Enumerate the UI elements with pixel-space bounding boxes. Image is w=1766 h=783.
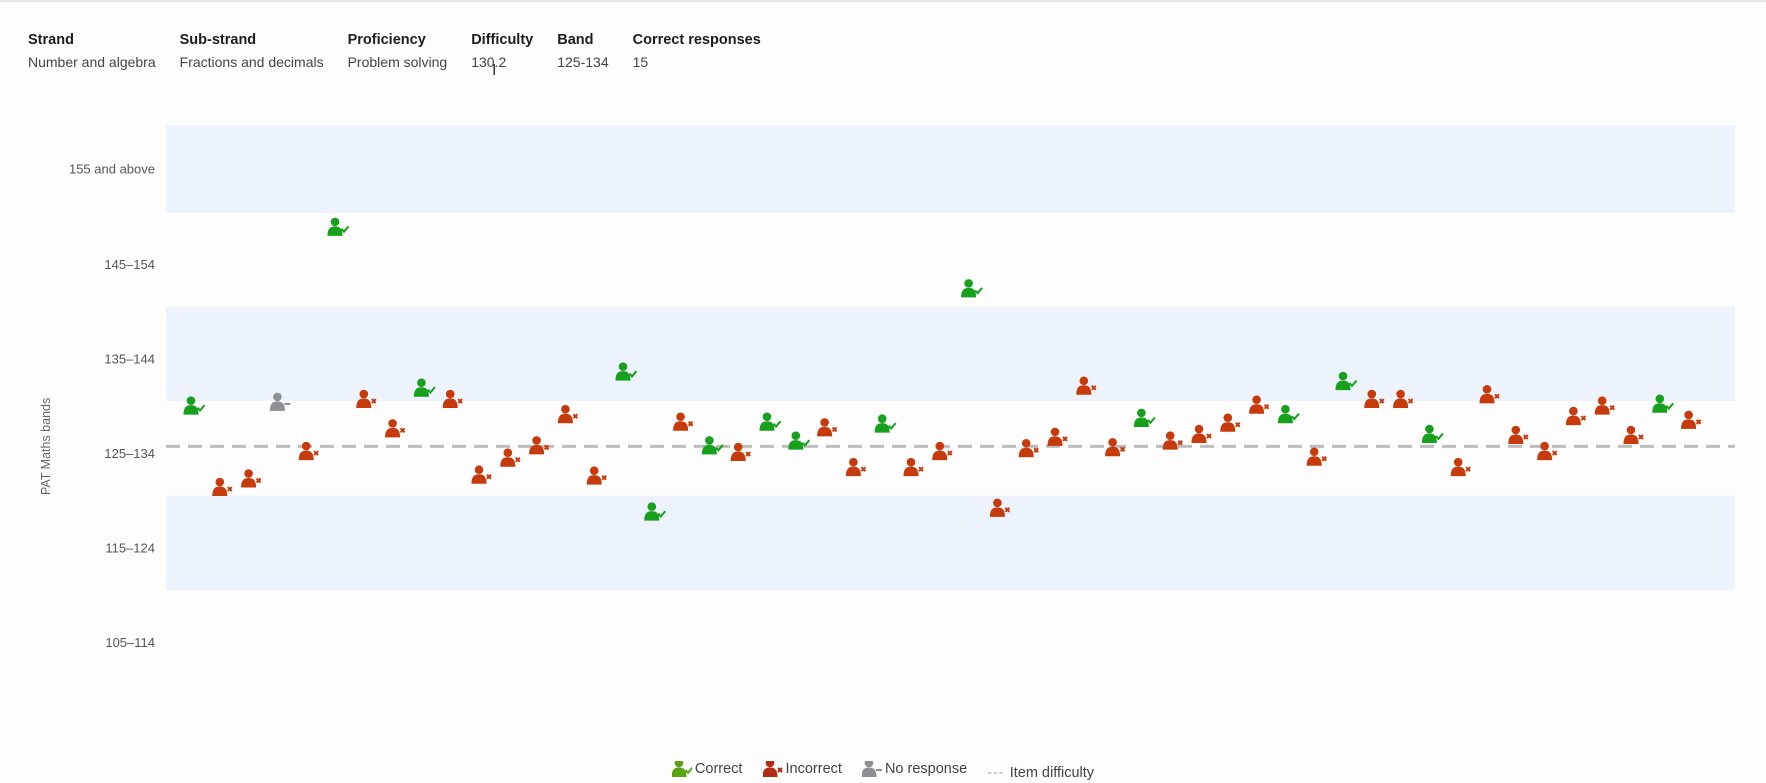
student-marker-incorrect[interactable] — [1047, 427, 1068, 446]
band-label: 115–124 — [105, 541, 155, 556]
student-marker-incorrect[interactable] — [471, 465, 492, 484]
band-label: 135–144 — [104, 351, 155, 366]
no-response-student-icon — [861, 761, 882, 777]
student-marker-correct[interactable] — [961, 279, 983, 298]
student-marker-incorrect[interactable] — [385, 419, 406, 438]
legend-incorrect: Incorrect — [762, 761, 842, 777]
student-marker-incorrect[interactable] — [1220, 413, 1241, 432]
student-marker-incorrect[interactable] — [1623, 425, 1644, 445]
band-label: 125–134 — [104, 446, 155, 461]
legend-correct-label: Correct — [694, 761, 743, 777]
student-marker-incorrect[interactable] — [1018, 438, 1039, 458]
legend-correct: Correct — [671, 761, 743, 777]
chart-legend: Correct Incorrect No response --- Item d… — [0, 761, 1766, 781]
student-marker-correct[interactable] — [874, 414, 897, 433]
band-label: 155 and above — [69, 161, 155, 176]
student-marker-incorrect[interactable] — [1565, 406, 1587, 426]
correct-student-icon — [671, 761, 692, 777]
student-marker-incorrect[interactable] — [673, 412, 694, 431]
student-marker-incorrect[interactable] — [1105, 438, 1126, 457]
student-marker-incorrect[interactable] — [500, 448, 521, 467]
student-marker-incorrect[interactable] — [932, 441, 953, 461]
legend-item-difficulty-label: Item difficulty — [1009, 765, 1095, 781]
student-marker-incorrect[interactable] — [1306, 447, 1327, 466]
legend-no-response-label: No response — [884, 761, 968, 777]
student-marker-correct[interactable] — [1277, 404, 1300, 424]
student-marker-incorrect[interactable] — [1508, 425, 1529, 445]
dashed-line-icon: --- — [987, 765, 1005, 781]
student-marker-incorrect[interactable] — [817, 418, 838, 437]
band-shading — [166, 495, 1735, 591]
student-marker-correct[interactable] — [327, 217, 350, 236]
student-marker-incorrect[interactable] — [557, 404, 579, 424]
student-marker-incorrect[interactable] — [1191, 424, 1212, 444]
student-marker-incorrect[interactable] — [1537, 441, 1558, 461]
student-marker-incorrect[interactable] — [298, 441, 319, 461]
band-label: 105–114 — [105, 635, 155, 650]
student-marker-incorrect[interactable] — [1450, 457, 1471, 477]
student-responses-chart: 155 and above 145–154 135–144 125–134 115–12… — [39, 125, 1735, 650]
student-marker-incorrect[interactable] — [1681, 410, 1702, 429]
band-label: 145–154 — [104, 257, 155, 272]
legend-no-response: No response — [861, 761, 968, 777]
student-marker-incorrect[interactable] — [241, 469, 262, 488]
band-shading — [166, 125, 1735, 213]
legend-item-difficulty: --- Item difficulty — [987, 765, 1094, 781]
student-marker-incorrect[interactable] — [845, 457, 867, 477]
band-shading — [166, 306, 1735, 401]
legend-incorrect-label: Incorrect — [785, 761, 842, 777]
y-axis-title: PAT Maths bands — [39, 398, 53, 495]
student-marker-correct[interactable] — [759, 412, 782, 431]
student-marker-incorrect[interactable] — [903, 457, 924, 477]
student-marker-incorrect[interactable] — [529, 436, 550, 455]
incorrect-student-icon — [762, 761, 783, 777]
student-marker-incorrect[interactable] — [212, 477, 233, 497]
student-marker-correct[interactable] — [1133, 408, 1156, 427]
student-marker-incorrect[interactable] — [586, 466, 607, 485]
student-marker-correct[interactable] — [1421, 424, 1444, 444]
